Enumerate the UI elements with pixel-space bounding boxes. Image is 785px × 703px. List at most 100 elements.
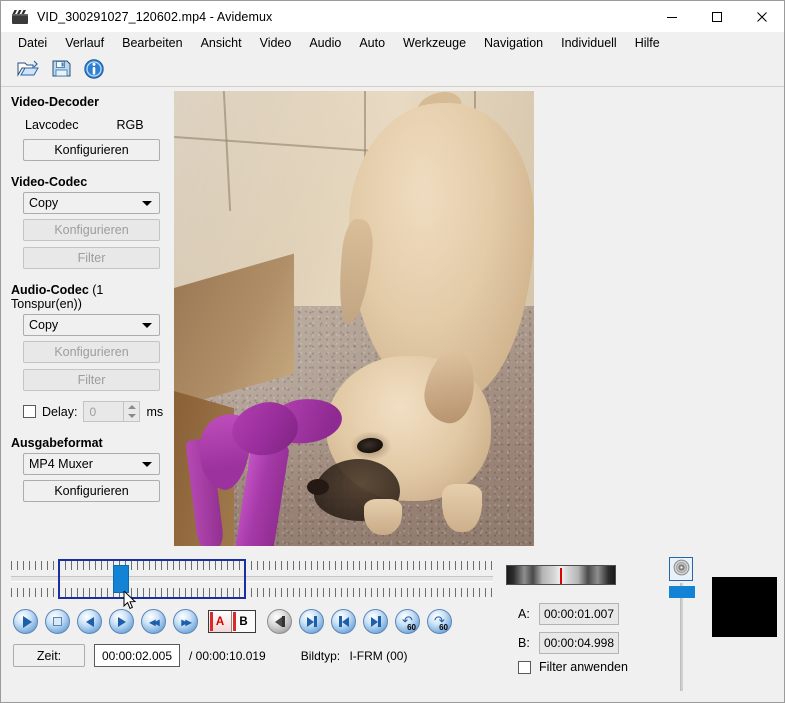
chevron-down-icon bbox=[142, 323, 152, 328]
apply-filter-row: Filter anwenden bbox=[518, 660, 628, 674]
decoder-colorspace: RGB bbox=[116, 118, 144, 132]
menu-navigation[interactable]: Navigation bbox=[475, 34, 552, 52]
audio-codec-heading-main: Audio-Codec bbox=[11, 283, 89, 297]
play-button[interactable] bbox=[13, 609, 38, 634]
forward-60s-button[interactable]: ↷ 60 bbox=[427, 609, 452, 634]
arrow-left-icon bbox=[85, 616, 94, 627]
volume-button[interactable] bbox=[669, 557, 693, 581]
timeline-selection-range[interactable] bbox=[58, 559, 246, 599]
minimize-button[interactable] bbox=[649, 1, 694, 32]
audio-codec-select[interactable]: Copy bbox=[23, 314, 160, 336]
menu-datei[interactable]: Datei bbox=[9, 34, 56, 52]
video-preview[interactable] bbox=[174, 91, 534, 546]
apply-filter-label: Filter anwenden bbox=[539, 660, 628, 674]
output-format-selected-value: MP4 Muxer bbox=[29, 457, 93, 471]
audio-delay-input[interactable]: 0 bbox=[83, 401, 141, 422]
video-codec-configure-button[interactable]: Konfigurieren bbox=[23, 219, 160, 241]
audio-delay-checkbox[interactable] bbox=[23, 405, 36, 418]
next-frame-button[interactable] bbox=[109, 609, 134, 634]
options-panel: Video-Decoder Lavcodec RGB Konfigurieren… bbox=[1, 87, 171, 549]
window-controls bbox=[649, 1, 784, 32]
tool-bar bbox=[1, 54, 784, 87]
marker-a-button[interactable]: A bbox=[209, 611, 232, 632]
menu-audio[interactable]: Audio bbox=[300, 34, 350, 52]
rewind-button[interactable]: ◂◂ bbox=[141, 609, 166, 634]
timeline-playhead-handle[interactable] bbox=[113, 565, 129, 593]
video-preview-area bbox=[171, 87, 784, 549]
maximize-button[interactable] bbox=[694, 1, 739, 32]
avidemux-window: VID_300291027_120602.mp4 - Avidemux Date… bbox=[0, 0, 785, 703]
frame-type-row: Bildtyp: I-FRM (00) bbox=[301, 649, 408, 663]
audio-delay-label: Delay: bbox=[42, 404, 78, 419]
go-to-next-keyframe-button[interactable] bbox=[299, 609, 324, 634]
stop-button[interactable] bbox=[45, 609, 70, 634]
save-file-icon bbox=[51, 58, 72, 82]
info-button[interactable] bbox=[81, 57, 107, 83]
menu-auto[interactable]: Auto bbox=[350, 34, 394, 52]
marker-a-value-field[interactable]: 00:00:01.007 bbox=[539, 603, 619, 625]
audio-codec-filter-button[interactable]: Filter bbox=[23, 369, 160, 391]
output-format-select[interactable]: MP4 Muxer bbox=[23, 453, 160, 475]
marker-a-edge-icon bbox=[210, 612, 213, 631]
marker-b-button[interactable]: B bbox=[232, 611, 255, 632]
previous-frame-button[interactable] bbox=[77, 609, 102, 634]
audio-codec-configure-button[interactable]: Konfigurieren bbox=[23, 341, 160, 363]
main-body: Video-Decoder Lavcodec RGB Konfigurieren… bbox=[1, 87, 784, 549]
spinner-down-icon[interactable] bbox=[127, 414, 136, 419]
menu-individuell[interactable]: Individuell bbox=[552, 34, 626, 52]
chevron-down-icon bbox=[142, 462, 152, 467]
marker-b-edge-icon bbox=[233, 612, 236, 631]
volume-slider-track[interactable] bbox=[680, 583, 683, 691]
video-codec-select[interactable]: Copy bbox=[23, 192, 160, 214]
apply-filter-checkbox[interactable] bbox=[518, 660, 531, 674]
audio-delay-value: 0 bbox=[89, 404, 97, 419]
back-60s-button[interactable]: ↶ 60 bbox=[395, 609, 420, 634]
fast-forward-button[interactable]: ▸▸ bbox=[173, 609, 198, 634]
window-title: VID_300291027_120602.mp4 - Avidemux bbox=[37, 9, 273, 24]
marker-buttons-group: A B bbox=[208, 610, 256, 633]
output-format-configure-button[interactable]: Konfigurieren bbox=[23, 480, 160, 502]
video-codec-filter-button[interactable]: Filter bbox=[23, 247, 160, 269]
transport-controls: ◂◂ ▸▸ A B ↶ 60 ↷ 60 bbox=[13, 609, 452, 634]
menu-bearbeiten[interactable]: Bearbeiten bbox=[113, 34, 191, 52]
stop-icon bbox=[53, 617, 62, 626]
menu-hilfe[interactable]: Hilfe bbox=[626, 34, 669, 52]
marker-b-field-label: B: bbox=[518, 636, 530, 650]
menu-video[interactable]: Video bbox=[251, 34, 301, 52]
volume-slider-handle[interactable] bbox=[669, 586, 695, 598]
audio-meter-panel bbox=[712, 577, 777, 637]
go-to-start-button[interactable] bbox=[331, 609, 356, 634]
shuttle-control[interactable] bbox=[506, 565, 616, 585]
open-file-button[interactable] bbox=[15, 57, 41, 83]
spinner-arrows[interactable] bbox=[123, 402, 139, 421]
frame-type-label: Bildtyp: bbox=[300, 648, 341, 663]
preview-dog-nose bbox=[307, 479, 329, 495]
marker-a-row: A: 00:00:01.007 bbox=[518, 603, 619, 625]
current-time-input[interactable]: 00:00:02.005 bbox=[94, 644, 180, 667]
timeline-slider[interactable] bbox=[11, 559, 493, 599]
double-left-icon: ◂◂ bbox=[149, 614, 159, 629]
video-decoder-info: Lavcodec RGB bbox=[25, 118, 171, 132]
menu-verlauf[interactable]: Verlauf bbox=[56, 34, 113, 52]
menu-bar: Datei Verlauf Bearbeiten Ansicht Video A… bbox=[1, 32, 784, 54]
play-icon bbox=[22, 615, 32, 628]
go-to-end-button[interactable] bbox=[363, 609, 388, 634]
arrow-right-icon bbox=[117, 616, 126, 627]
menu-werkzeuge[interactable]: Werkzeuge bbox=[394, 34, 475, 52]
menu-ansicht[interactable]: Ansicht bbox=[192, 34, 251, 52]
back-60-badge: 60 bbox=[407, 623, 416, 632]
zeit-button[interactable]: Zeit: bbox=[13, 644, 85, 667]
save-file-button[interactable] bbox=[48, 57, 74, 83]
video-decoder-configure-button[interactable]: Konfigurieren bbox=[23, 139, 160, 161]
close-button[interactable] bbox=[739, 1, 784, 32]
info-icon bbox=[83, 58, 105, 83]
bar-right-icon bbox=[306, 616, 317, 627]
marker-a-label: A bbox=[215, 615, 225, 628]
forward-60-badge: 60 bbox=[439, 623, 448, 632]
marker-b-value-field[interactable]: 00:00:04.998 bbox=[539, 632, 619, 654]
spinner-up-icon[interactable] bbox=[127, 404, 136, 409]
video-decoder-heading: Video-Decoder bbox=[11, 95, 99, 109]
video-codec-selected-value: Copy bbox=[29, 196, 59, 210]
status-time-row: Zeit: 00:00:02.005 / 00:00:10.019 Bildty… bbox=[13, 644, 407, 667]
go-to-previous-blackframe-button[interactable] bbox=[267, 609, 292, 634]
